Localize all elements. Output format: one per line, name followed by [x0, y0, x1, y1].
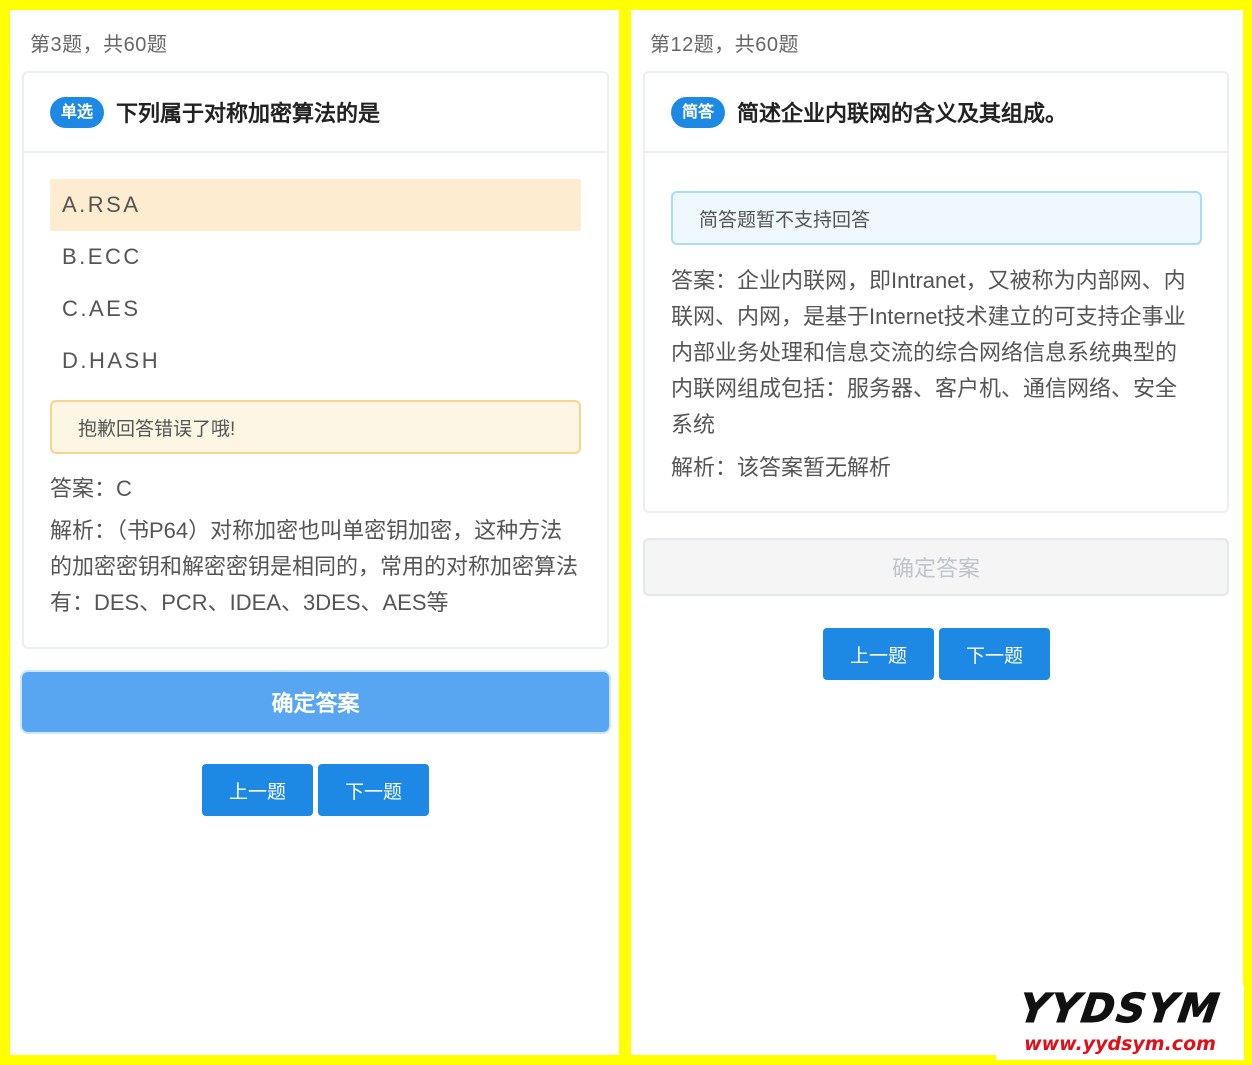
unsupported-notice-text: 简答题暂不支持回答 [699, 209, 871, 231]
question-type-tag: 简答 [671, 96, 726, 128]
analysis-text: 解析：该答案暂无解析 [671, 455, 892, 480]
question-type-tag: 单选 [50, 96, 105, 128]
confirm-answer-button[interactable]: 确定答案 [22, 672, 609, 732]
question-nav: 上一题 下一题 [823, 628, 1050, 680]
option-c[interactable]: C.AES [50, 283, 581, 335]
question-counter: 第3题，共60题 [30, 34, 168, 56]
answer-text: 答案：C [50, 476, 132, 501]
wrong-answer-alert-text: 抱歉回答错误了哦! [78, 418, 236, 440]
question-title: 简述企业内联网的含义及其组成。 [737, 101, 1068, 126]
watermark-logo: YYDSYM www.yydsym.com [996, 985, 1244, 1060]
prev-question-button[interactable]: 上一题 [202, 764, 313, 816]
question-title: 下列属于对称加密算法的是 [116, 101, 381, 126]
unsupported-notice: 简答题暂不支持回答 [671, 191, 1202, 245]
question-panel-left: 第3题，共60题 单选 下列属于对称加密算法的是 A.RSA B.ECC C.A… [10, 10, 619, 1055]
question-nav: 上一题 下一题 [202, 764, 429, 816]
next-question-button[interactable]: 下一题 [939, 628, 1050, 680]
prev-question-button[interactable]: 上一题 [823, 628, 934, 680]
confirm-answer-button-disabled: 确定答案 [643, 538, 1229, 596]
option-a[interactable]: A.RSA [50, 179, 581, 231]
analysis-text: 解析：（书P64）对称加密也叫单密钥加密，这种方法的加密密钥和解密密钥是相同的，… [50, 518, 579, 615]
question-card: 简答 简述企业内联网的含义及其组成。 简答题暂不支持回答 答案：企业内联网，即I… [643, 71, 1229, 513]
option-d[interactable]: D.HASH [50, 335, 581, 387]
question-header: 简答 简述企业内联网的含义及其组成。 [645, 73, 1227, 153]
question-counter: 第12题，共60题 [650, 34, 799, 56]
option-b[interactable]: B.ECC [50, 231, 581, 283]
watermark-url: www.yydsym.com [1024, 1033, 1216, 1055]
next-question-button[interactable]: 下一题 [318, 764, 429, 816]
wrong-answer-alert: 抱歉回答错误了哦! [50, 400, 581, 454]
answer-text: 答案：企业内联网，即Intranet，又被称为内部网、内联网、内网，是基于Int… [671, 268, 1186, 437]
option-list: A.RSA B.ECC C.AES D.HASH [50, 179, 581, 387]
watermark-logo-text: YYDSYM [1016, 986, 1224, 1033]
question-header: 单选 下列属于对称加密算法的是 [24, 73, 607, 153]
question-panel-right: 第12题，共60题 简答 简述企业内联网的含义及其组成。 简答题暂不支持回答 答… [631, 10, 1243, 1055]
question-card: 单选 下列属于对称加密算法的是 A.RSA B.ECC C.AES D.HASH… [22, 71, 609, 649]
